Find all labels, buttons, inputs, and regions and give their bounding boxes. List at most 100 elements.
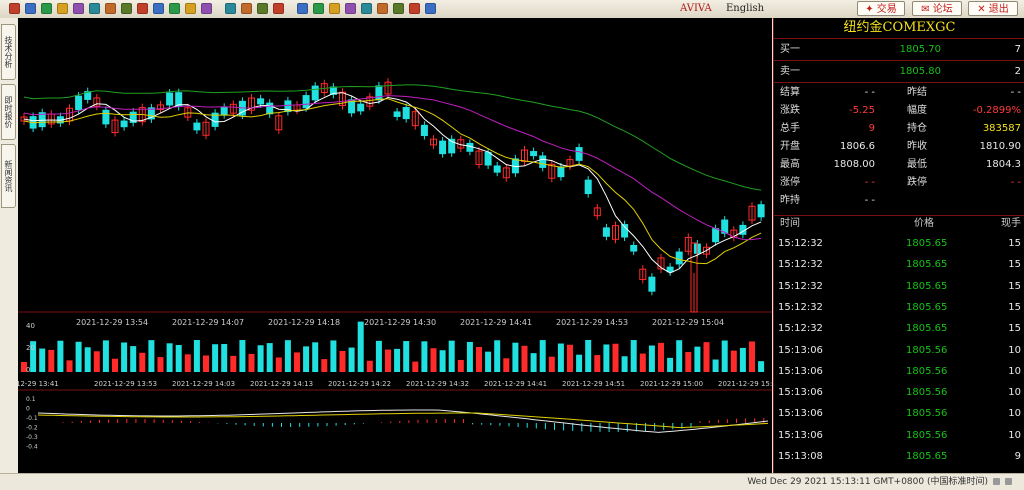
page-icon[interactable] (41, 3, 52, 14)
forum-button[interactable]: ✉ 论坛 (912, 1, 962, 16)
period-icon[interactable] (273, 3, 284, 14)
period-icon[interactable] (361, 3, 372, 14)
price-axis-time-label: 2021-12-29 15:04 (652, 318, 724, 327)
window-icon[interactable] (57, 3, 68, 14)
pen-icon[interactable] (169, 3, 180, 14)
period-icon[interactable] (329, 3, 340, 14)
candle (648, 276, 656, 292)
tick-row: 15:12:32 1805.65 15 (774, 233, 1024, 254)
stat-label: 昨结 (907, 87, 927, 98)
volume-bar (248, 353, 255, 372)
cursor-icon[interactable] (137, 3, 148, 14)
refresh-icon[interactable] (73, 3, 84, 14)
edit-icon[interactable] (121, 3, 132, 14)
period-icon[interactable] (257, 3, 268, 14)
volume-bar (112, 358, 118, 372)
volume-bar (193, 340, 200, 372)
volume-bar (539, 340, 546, 372)
tab-technical-analysis[interactable]: 技术分析 (1, 24, 16, 80)
trade-button[interactable]: ✦ 交易 (857, 1, 905, 16)
zoom-out-icon[interactable] (105, 3, 116, 14)
grid-icon[interactable] (185, 3, 196, 14)
candle (557, 166, 565, 178)
chart-canvas[interactable]: 2021-12-29 13:54 2021-12-29 14:07 2021-12-… (18, 18, 772, 473)
language-link[interactable]: English (726, 3, 764, 14)
side-tab-bar: 技术分析 即时报价 新闻资讯 (0, 18, 19, 473)
tick-time: 15:13:06 (778, 408, 823, 420)
trade-icon: ✦ (865, 4, 874, 15)
tab-news[interactable]: 新闻资讯 (1, 144, 16, 208)
tick-price: 1805.65 (906, 280, 948, 292)
period-icon[interactable] (393, 3, 404, 14)
ask-label: 卖一 (780, 66, 800, 77)
volume-bar (394, 348, 401, 372)
tick-volume: 15 (1008, 323, 1021, 335)
line-chart-icon[interactable] (201, 3, 212, 14)
ma-mid-line (23, 98, 762, 265)
ticks-header-volume: 现手 (1001, 218, 1021, 229)
price-axis-time-label: 2021-12-29 14:41 (460, 318, 532, 327)
tick-price: 1805.65 (906, 259, 948, 271)
volume-bar (667, 357, 674, 372)
tick-price: 1805.56 (906, 387, 948, 399)
volume-axis-time-label: 2021-12-29 14:32 (406, 380, 469, 388)
candle (493, 165, 501, 173)
volume-bar (175, 344, 182, 372)
stat-label: 总手 (780, 123, 800, 134)
candle (357, 103, 365, 112)
volume-bar (93, 351, 100, 372)
period-icon[interactable] (377, 3, 388, 14)
period-icon[interactable] (241, 3, 252, 14)
period-icon[interactable] (345, 3, 356, 14)
status-bar: Wed Dec 29 2021 15:13:11 GMT+0800 (中国标准时… (0, 473, 1024, 490)
volume-axis-tick: 20 (26, 344, 35, 352)
tick-volume: 10 (1008, 408, 1021, 420)
tick-price: 1805.65 (906, 301, 948, 313)
volume-bar (284, 340, 291, 372)
candle (166, 92, 174, 106)
candle (539, 155, 547, 168)
zoom-in-icon[interactable] (89, 3, 100, 14)
volume-bar (439, 350, 446, 372)
volume-bar (294, 352, 300, 372)
tick-time: 15:12:32 (778, 238, 823, 249)
volume-bar (630, 340, 637, 372)
volume-bar (730, 350, 737, 372)
stat-value: 1806.6 (840, 141, 875, 152)
volume-bar (567, 344, 573, 372)
tick-volume: 9 (1014, 451, 1021, 462)
tick-time: 15:13:06 (778, 365, 823, 377)
exit-button[interactable]: ✕ 退出 (968, 1, 1018, 16)
bid-price: 1805.70 (899, 44, 941, 55)
bid-row: 买一 1805.70 7 (774, 39, 1024, 61)
volume-bar (594, 355, 601, 372)
home-icon[interactable] (9, 3, 20, 14)
candle (420, 124, 428, 137)
period-icon[interactable] (409, 3, 420, 14)
volume-axis-time-label: 2021-12-29 15:00 (640, 380, 703, 388)
volume-bar (321, 359, 328, 372)
volume-axis-tick: 0 (26, 366, 30, 374)
tab-realtime-quote[interactable]: 即时报价 (1, 84, 16, 140)
period-icon[interactable] (425, 3, 436, 14)
volume-bar (57, 340, 64, 372)
stat-value: - - (864, 195, 875, 206)
page-icon[interactable] (25, 3, 36, 14)
volume-bar (658, 342, 664, 372)
volume-bar (203, 355, 209, 372)
stat-label: 昨持 (780, 195, 800, 206)
volume-bar (48, 349, 55, 372)
stat-value: - - (864, 177, 875, 188)
period-icon[interactable] (313, 3, 324, 14)
price-axis-time-label: 2021-12-29 14:07 (172, 318, 244, 327)
instrument-title: 纽约金COMEXGC (774, 18, 1024, 39)
funnel-icon[interactable] (153, 3, 164, 14)
volume-axis-time-label: 12-29 13:41 (18, 380, 59, 388)
trend-icon[interactable] (225, 3, 236, 14)
stat-value: 1804.3 (986, 159, 1021, 170)
tick-row: 15:13:06 1805.56 10 (774, 403, 1024, 424)
volume-bar (75, 341, 82, 372)
candlestick-chart[interactable]: 2021-12-29 13:54 2021-12-29 14:07 2021-12-… (18, 18, 772, 473)
tick-row: 15:13:06 1805.56 10 (774, 382, 1024, 403)
period-icon[interactable] (297, 3, 308, 14)
